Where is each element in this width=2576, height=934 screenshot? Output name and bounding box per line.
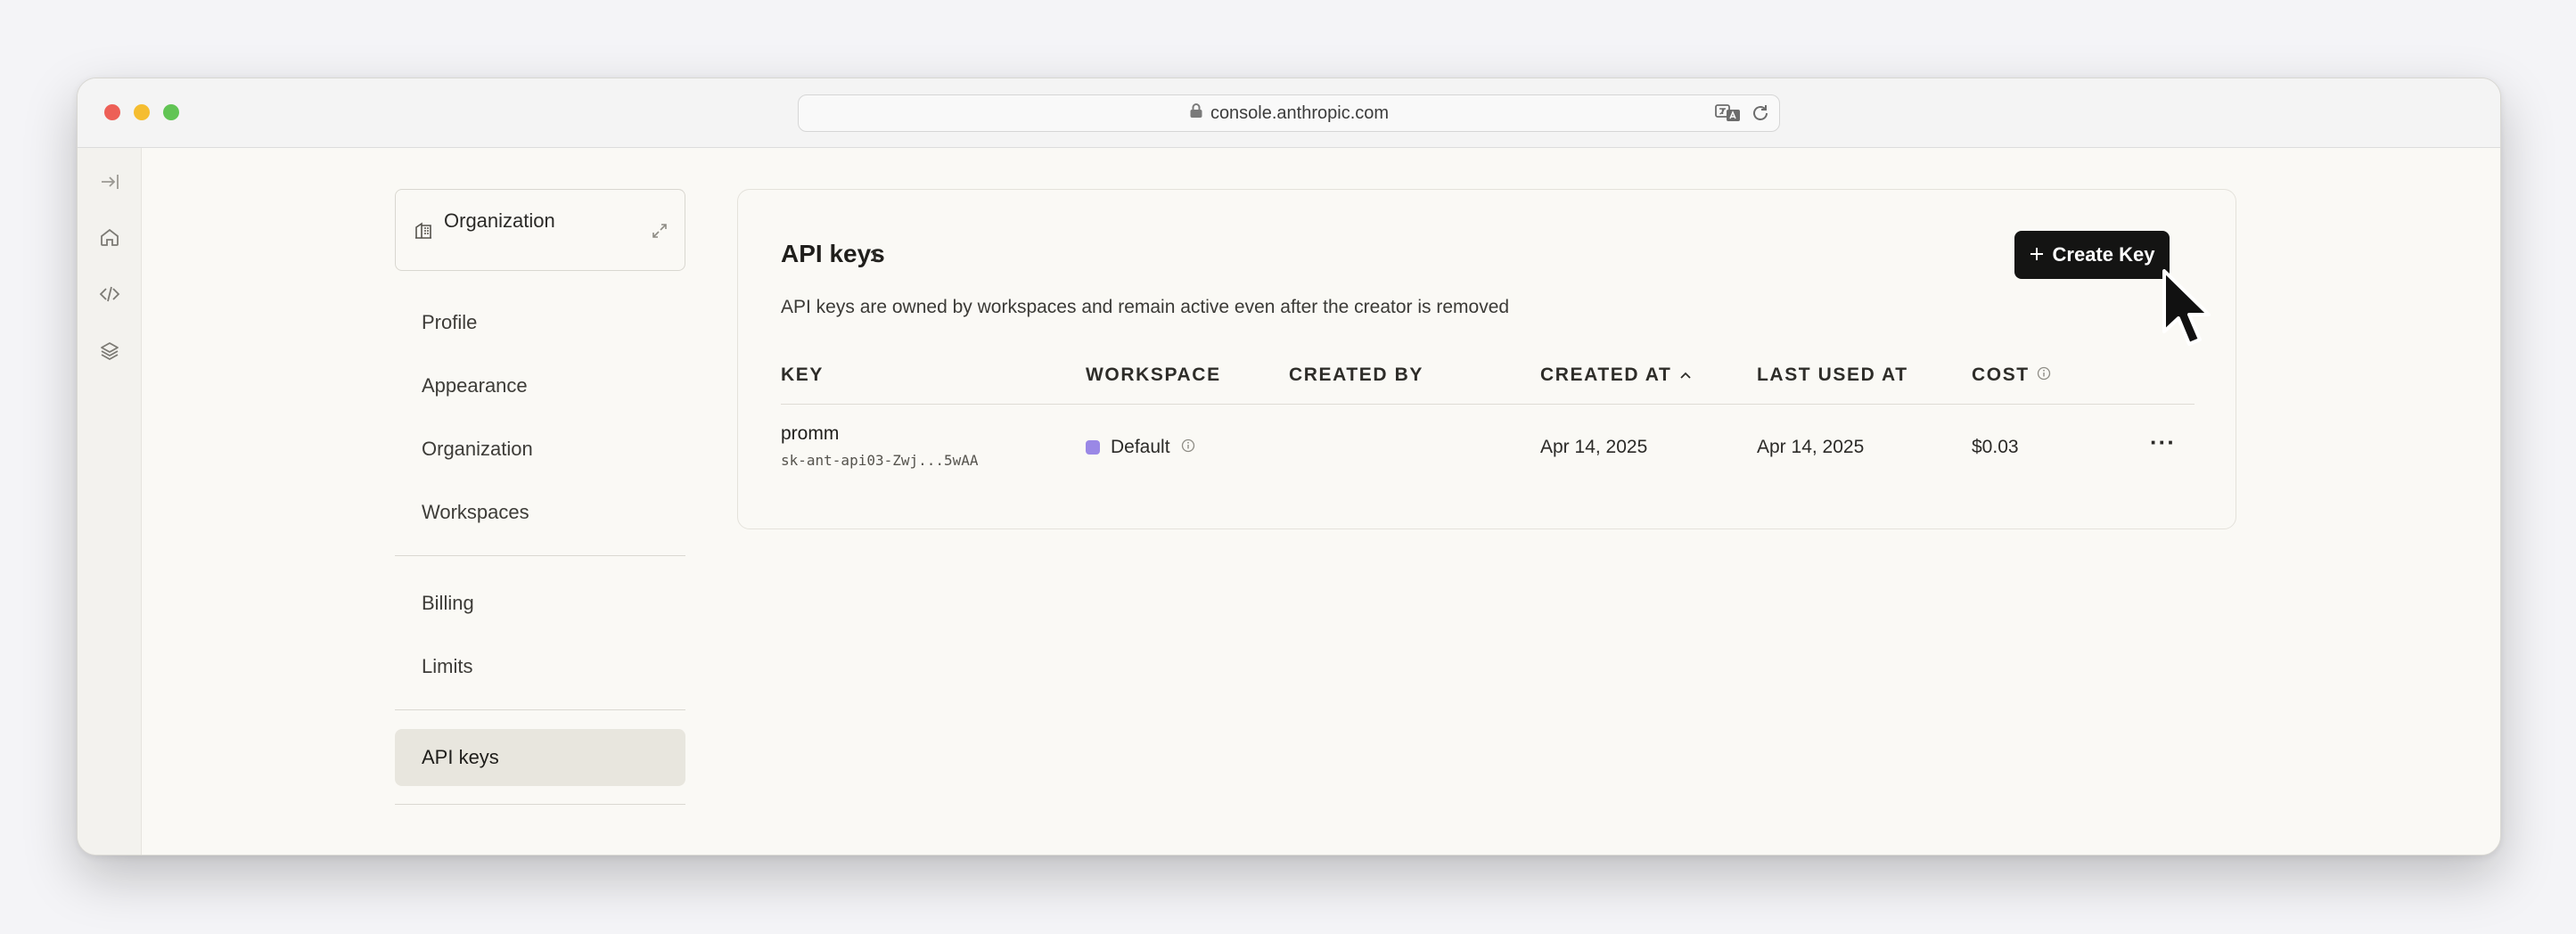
mouse-cursor-icon (2162, 269, 2211, 346)
create-key-label: Create Key (2052, 243, 2155, 266)
expand-arrows-icon[interactable] (651, 222, 669, 244)
organization-selector[interactable]: Organization (395, 189, 685, 271)
create-key-button[interactable]: Create Key (2014, 231, 2170, 279)
last-used-at-value: Apr 14, 2025 (1757, 437, 1865, 457)
plus-icon (2030, 243, 2044, 266)
url-text: console.anthropic.com (1210, 102, 1390, 123)
api-keys-card: API keys 1 Create Key API keys are owned… (737, 189, 2236, 529)
nav-item-billing[interactable]: Billing (395, 575, 685, 632)
settings-sidebar: Organization Profile Appearance Organiza… (395, 189, 685, 805)
column-header-created-by-label: CREATED BY (1289, 365, 1423, 385)
workspace-cell: Default (1086, 437, 1195, 458)
nav-item-organization[interactable]: Organization (395, 421, 685, 478)
column-header-last-used-at[interactable]: LAST USED AT (1757, 365, 1908, 386)
building-icon (414, 220, 433, 244)
nav-item-appearance[interactable]: Appearance (395, 357, 685, 414)
card-description: API keys are owned by workspaces and rem… (781, 297, 1510, 317)
expand-sidebar-icon[interactable] (99, 171, 120, 193)
column-header-created-at[interactable]: CREATED AT (1540, 365, 1693, 386)
info-icon[interactable] (2037, 365, 2051, 386)
zoom-window-button[interactable] (163, 104, 179, 120)
organization-selector-label: Organization (444, 209, 555, 232)
close-window-button[interactable] (104, 104, 120, 120)
table-header-divider (781, 404, 2195, 405)
column-header-key-label: KEY (781, 365, 824, 385)
sort-ascending-icon (1678, 365, 1693, 386)
nav-item-profile[interactable]: Profile (395, 294, 685, 351)
reload-icon[interactable] (1751, 103, 1770, 123)
browser-window: console.anthropic.com Organization Profi… (77, 78, 2501, 856)
cost-value: $0.03 (1972, 437, 2019, 457)
column-header-key[interactable]: KEY (781, 365, 824, 386)
nav-divider (395, 804, 685, 805)
column-header-cost-label: COST (1972, 365, 2030, 385)
nav-item-workspaces[interactable]: Workspaces (395, 484, 685, 541)
icon-rail (78, 148, 142, 855)
key-name: promm (781, 423, 840, 444)
workspace-name: Default (1111, 437, 1170, 457)
lock-icon (1189, 102, 1203, 124)
workspace-color-swatch (1086, 440, 1100, 455)
nav-item-limits[interactable]: Limits (395, 638, 685, 695)
nav-divider (395, 709, 685, 710)
layers-icon[interactable] (99, 340, 120, 362)
nav-item-api-keys[interactable]: API keys (395, 729, 685, 786)
row-actions-button[interactable]: ··· (2150, 429, 2176, 456)
home-icon[interactable] (99, 226, 120, 248)
key-count-badge: 1 (870, 247, 880, 265)
address-bar[interactable]: console.anthropic.com (798, 94, 1780, 132)
column-header-workspace-label: WORKSPACE (1086, 365, 1221, 385)
translate-icon[interactable] (1715, 103, 1742, 123)
column-header-created-at-label: CREATED AT (1540, 365, 1672, 385)
column-header-created-by[interactable]: CREATED BY (1289, 365, 1423, 386)
column-header-last-used-at-label: LAST USED AT (1757, 365, 1908, 385)
info-icon[interactable] (1181, 437, 1195, 458)
column-header-workspace[interactable]: WORKSPACE (1086, 365, 1221, 386)
nav-divider (395, 555, 685, 556)
minimize-window-button[interactable] (134, 104, 150, 120)
key-id: sk-ant-api03-Zwj...5wAA (781, 452, 979, 469)
code-icon[interactable] (99, 283, 120, 305)
title-bar: console.anthropic.com (78, 78, 2500, 148)
created-at-value: Apr 14, 2025 (1540, 437, 1648, 457)
column-header-cost[interactable]: COST (1972, 365, 2051, 386)
